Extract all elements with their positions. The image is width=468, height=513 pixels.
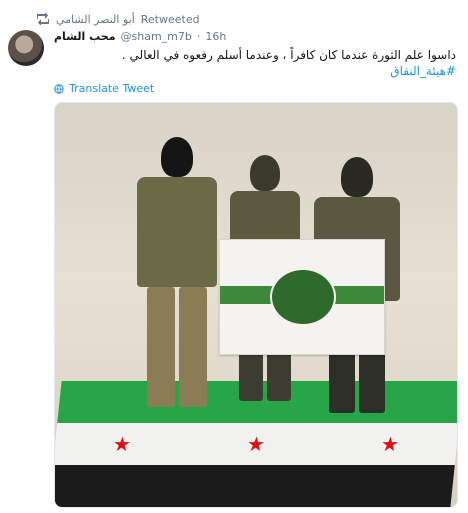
translate-label: Translate Tweet (69, 82, 155, 95)
fighter-left (133, 137, 221, 413)
tweet-text: داسوا علم الثورة عندما كان كافراً ، وعند… (56, 47, 456, 79)
translate-tweet-button[interactable]: Translate Tweet (54, 82, 154, 95)
avatar[interactable] (8, 30, 44, 66)
tweet-media-photo[interactable]: ★ ★ ★ (54, 102, 458, 508)
retweet-indicator[interactable]: أبو النصر الشامي Retweeted (36, 10, 200, 28)
globe-icon (54, 83, 64, 94)
tweet-time[interactable]: 16h (205, 30, 226, 43)
author-handle[interactable]: @sham_m7b (121, 30, 192, 43)
tweet-body: داسوا علم الثورة عندما كان كافراً ، وعند… (121, 48, 456, 62)
tweet-header: محب الشام @sham_m7b · 16h (54, 30, 226, 43)
flag-emblem (270, 268, 336, 326)
retweeted-label: Retweeted (140, 12, 200, 26)
white-flag-held (219, 239, 385, 355)
separator-dot: · (196, 30, 201, 43)
author-name[interactable]: محب الشام (54, 30, 116, 43)
hashtag-link[interactable]: #هيئة_النفاق (56, 63, 456, 79)
retweeted-by-user[interactable]: أبو النصر الشامي (56, 13, 135, 26)
retweet-icon (36, 12, 50, 26)
